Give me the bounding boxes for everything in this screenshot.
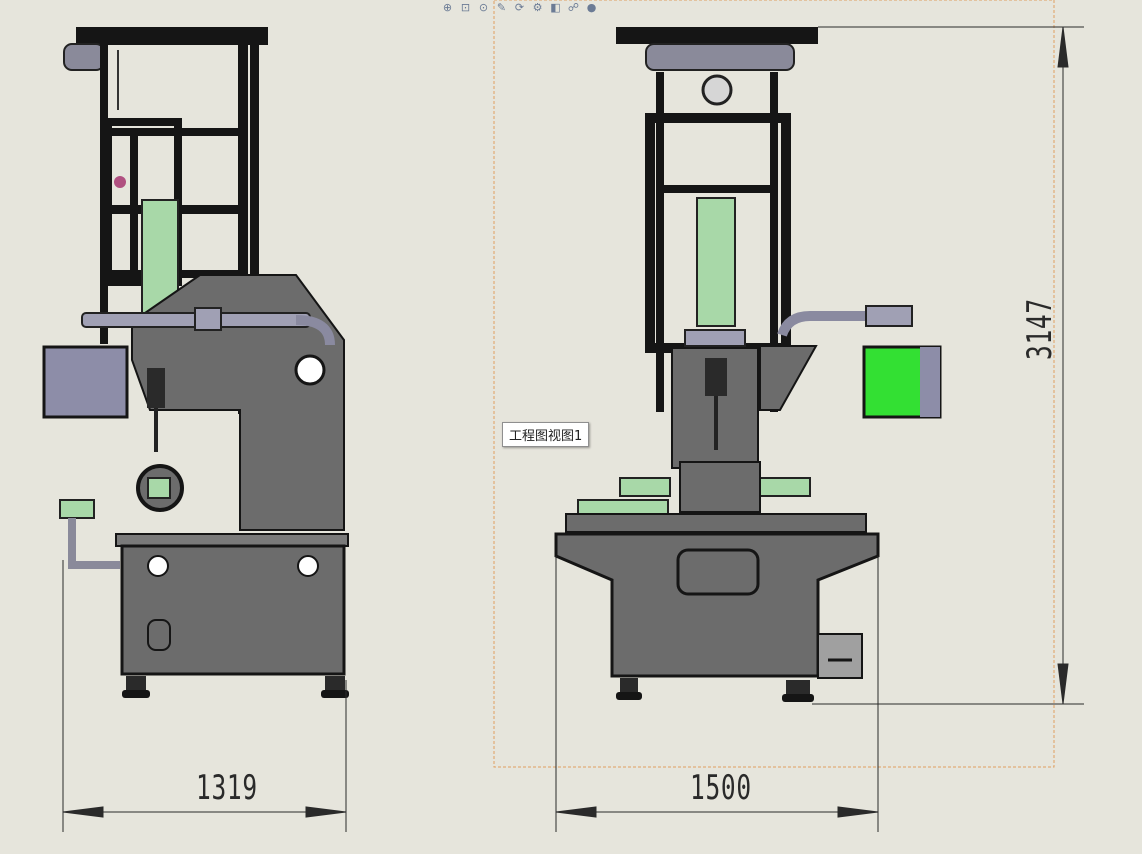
zoom-in-out-icon[interactable]: ⊙ [476,1,491,14]
right-foot-pad-2 [782,694,814,702]
dim-height-text[interactable]: 3147 [1020,298,1060,360]
left-top-beam [76,27,268,45]
hide-show-icon[interactable]: ☍ [566,1,581,14]
right-post-1 [656,72,664,412]
left-foot-pad-1 [122,690,150,698]
right-cylinder-mount [684,329,746,347]
dim-right-width-text[interactable]: 1500 [690,768,752,808]
left-knob [114,176,126,188]
right-gauge [701,74,733,106]
right-foot-pad-1 [616,692,642,700]
left-control-box [42,345,129,419]
left-cage-bar-1 [108,128,248,136]
right-top-plate [616,27,818,44]
left-cabinet-hole-2 [297,555,319,577]
right-spindle [705,358,727,396]
left-frame-hole [294,354,326,386]
right-cabinet-window [676,548,760,596]
zoom-to-fit-icon[interactable]: ⊕ [440,1,455,14]
right-control-box-side [920,347,940,417]
right-foot-2 [786,680,810,694]
right-fixture-center [679,461,761,513]
right-table-plate [565,513,867,533]
pan-icon[interactable]: ✎ [494,1,509,14]
right-frame-bar [660,185,778,193]
left-spindle [147,368,165,408]
left-fixture-face [147,477,171,499]
display-style-icon[interactable]: ◧ [548,1,563,14]
left-cabinet-hole-1 [147,555,169,577]
right-fixture-2 [759,477,811,497]
rotate-icon[interactable]: ⟳ [512,1,527,14]
right-foot-1 [620,678,638,692]
appearance-icon[interactable]: ● [584,1,599,14]
left-cage-rod [130,136,138,286]
left-foot-1 [126,676,146,690]
left-side-clamp [59,499,95,519]
dim-left-width-text[interactable]: 1319 [196,768,258,808]
zoom-area-icon[interactable]: ⊡ [458,1,473,14]
right-drawer [817,633,863,679]
right-top-housing [645,43,795,71]
left-foot-pad-2 [321,690,349,698]
view-toolbar: ⊕ ⊡ ⊙ ✎ ⟳ ⚙ ◧ ☍ ● [440,0,670,14]
right-cylinder [696,197,736,327]
right-arm-clamp [865,305,913,327]
left-table-top [115,533,349,547]
right-fixture-1 [577,499,669,515]
view-name-tooltip: 工程图视图1 [502,422,590,447]
left-arm-clamp [194,307,222,331]
view-settings-icon[interactable]: ⚙ [530,1,545,14]
left-foot-2 [325,676,345,690]
left-top-pulley [63,43,105,71]
right-fixture-3 [619,477,671,497]
